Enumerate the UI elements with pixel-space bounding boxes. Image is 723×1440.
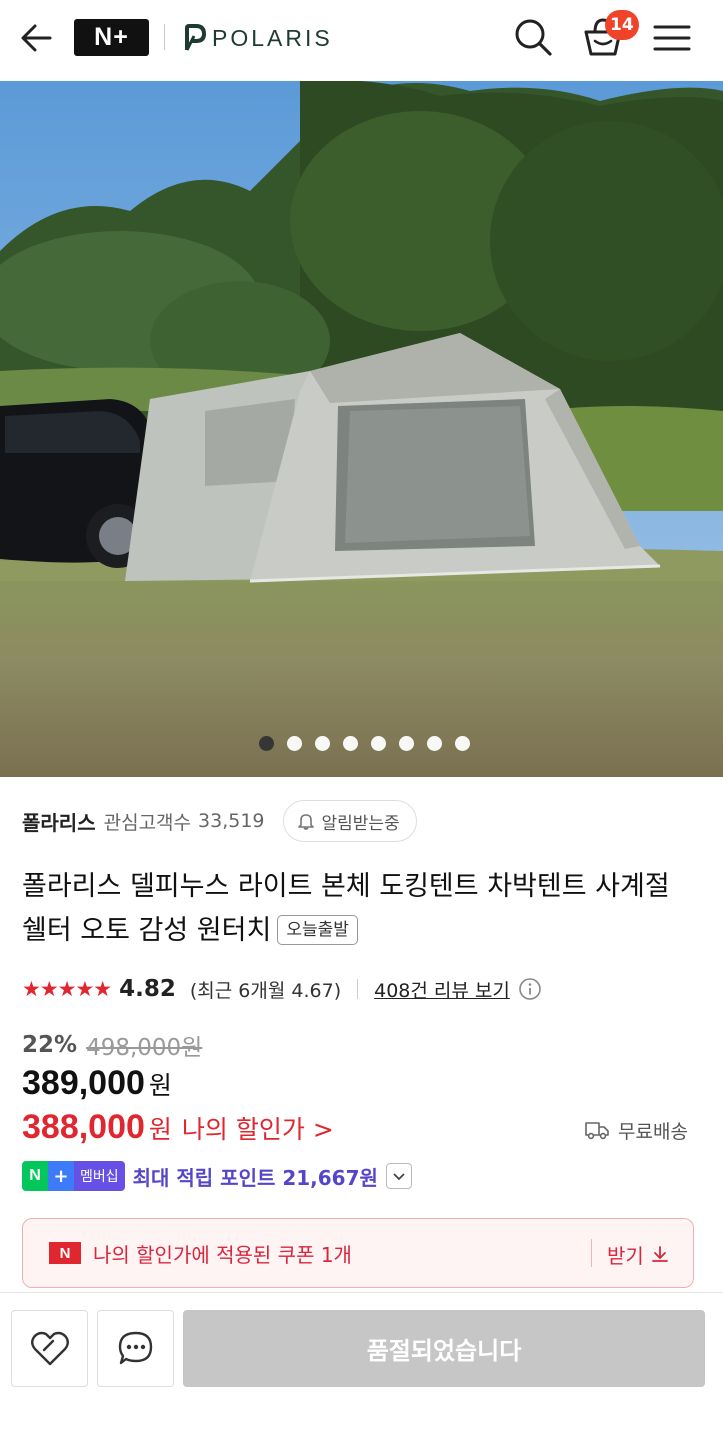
shipping-info: 무료배송 <box>584 1114 688 1146</box>
delivery-truck-icon <box>585 1122 609 1140</box>
gallery-dot[interactable] <box>454 736 470 751</box>
gallery-dot[interactable] <box>370 736 386 751</box>
gallery-dot[interactable] <box>314 736 330 751</box>
coupon-divider <box>591 1239 592 1267</box>
rating-divider <box>357 979 359 999</box>
plus-badge: + <box>48 1161 74 1191</box>
download-icon <box>651 1246 668 1262</box>
my-discount-price-unit: 원 <box>148 1115 172 1144</box>
points-row[interactable]: N + 멤버십 최대 적립 포인트 21,667원 <box>22 1160 412 1192</box>
gallery-dot[interactable] <box>398 736 414 751</box>
nplus-store-logo[interactable]: N+ <box>74 19 149 56</box>
header-divider <box>164 24 165 50</box>
coupon-download-button[interactable]: 받기 <box>607 1239 670 1269</box>
chevron-right-icon: > <box>312 1115 334 1144</box>
sale-price: 389,000 <box>22 1064 145 1102</box>
membership-badge-label: 멤버십 <box>74 1161 125 1191</box>
search-icon[interactable] <box>512 16 554 58</box>
gallery-dot[interactable] <box>258 736 274 751</box>
store-alarm-label: 알림받는중 <box>321 813 400 834</box>
favorite-count: 33,519 <box>198 810 265 832</box>
gallery-pagination <box>0 736 723 751</box>
my-discount-price-row[interactable]: 388,000 원 나의 할인가 > <box>22 1108 334 1154</box>
store-info-row: 폴라리스 관심고객수 33,519 알림받는중 <box>22 800 417 842</box>
coupon-download-label: 받기 <box>607 1243 644 1268</box>
chat-bubble-icon <box>118 1331 152 1364</box>
product-image-gallery[interactable] <box>0 81 723 777</box>
heart-icon <box>30 1331 69 1365</box>
gallery-dot[interactable] <box>342 736 358 751</box>
sale-price-unit: 원 <box>148 1071 172 1100</box>
my-discount-price-label: 나의 할인가 <box>181 1115 305 1144</box>
sold-out-button: 품절되었습니다 <box>183 1310 705 1387</box>
my-discount-price: 388,000 <box>22 1108 145 1146</box>
hamburger-menu-icon[interactable] <box>652 20 692 56</box>
sale-price-row: 389,000 원 <box>22 1064 172 1110</box>
wishlist-button[interactable] <box>11 1310 88 1387</box>
shipping-label: 무료배송 <box>618 1120 688 1143</box>
favorite-count-label: 관심고객수 <box>103 811 192 834</box>
polaris-mark-icon <box>185 24 206 51</box>
product-title: 폴라리스 델피누스 라이트 본체 도킹텐트 차박텐트 사계절 쉘터 오토 감성 … <box>22 865 702 953</box>
naver-n-badge: N <box>22 1161 48 1191</box>
back-arrow-icon[interactable] <box>16 20 56 56</box>
top-header: N+ POLARIS 14 <box>0 0 723 80</box>
coupon-text: 나의 할인가에 적용된 쿠폰 1개 <box>93 1242 352 1267</box>
rating-score: 4.82 <box>119 976 176 1002</box>
product-photo <box>0 81 723 777</box>
today-dispatch-tag: 오늘출발 <box>277 915 358 945</box>
talk-talk-chat-button[interactable] <box>97 1310 174 1387</box>
store-alarm-button[interactable]: 알림받는중 <box>282 800 417 842</box>
brand-name: POLARIS <box>212 24 333 51</box>
cart-count-badge: 14 <box>605 10 639 40</box>
naver-plus-membership-badge: N + 멤버십 <box>22 1161 125 1191</box>
naver-coupon-badge: N <box>49 1242 81 1264</box>
original-price: 498,000원 <box>86 1035 203 1061</box>
max-points-text: 최대 적립 포인트 21,667원 <box>132 1165 378 1190</box>
bottom-bar-divider <box>0 1292 723 1293</box>
rating-row: ★★★★★ 4.82 (최근 6개월 4.67) 408건 리뷰 보기 <box>22 970 542 1008</box>
store-name[interactable]: 폴라리스 <box>22 807 96 836</box>
bell-icon <box>297 814 314 830</box>
chevron-down-icon[interactable] <box>385 1163 412 1189</box>
gallery-dot[interactable] <box>426 736 442 751</box>
info-icon[interactable] <box>518 977 542 1001</box>
discount-row: 22% 498,000원 <box>22 1028 202 1062</box>
star-rating-icon: ★★★★★ <box>22 977 112 1001</box>
review-link[interactable]: 408건 리뷰 보기 <box>374 976 510 1003</box>
recent-rating: (최근 6개월 4.67) <box>189 979 342 1002</box>
brand-logo[interactable]: POLARIS <box>184 22 333 54</box>
gallery-dot[interactable] <box>286 736 302 751</box>
discount-rate: 22% <box>22 1032 78 1058</box>
applied-coupon-banner[interactable]: N 나의 할인가에 적용된 쿠폰 1개 받기 <box>22 1218 694 1288</box>
